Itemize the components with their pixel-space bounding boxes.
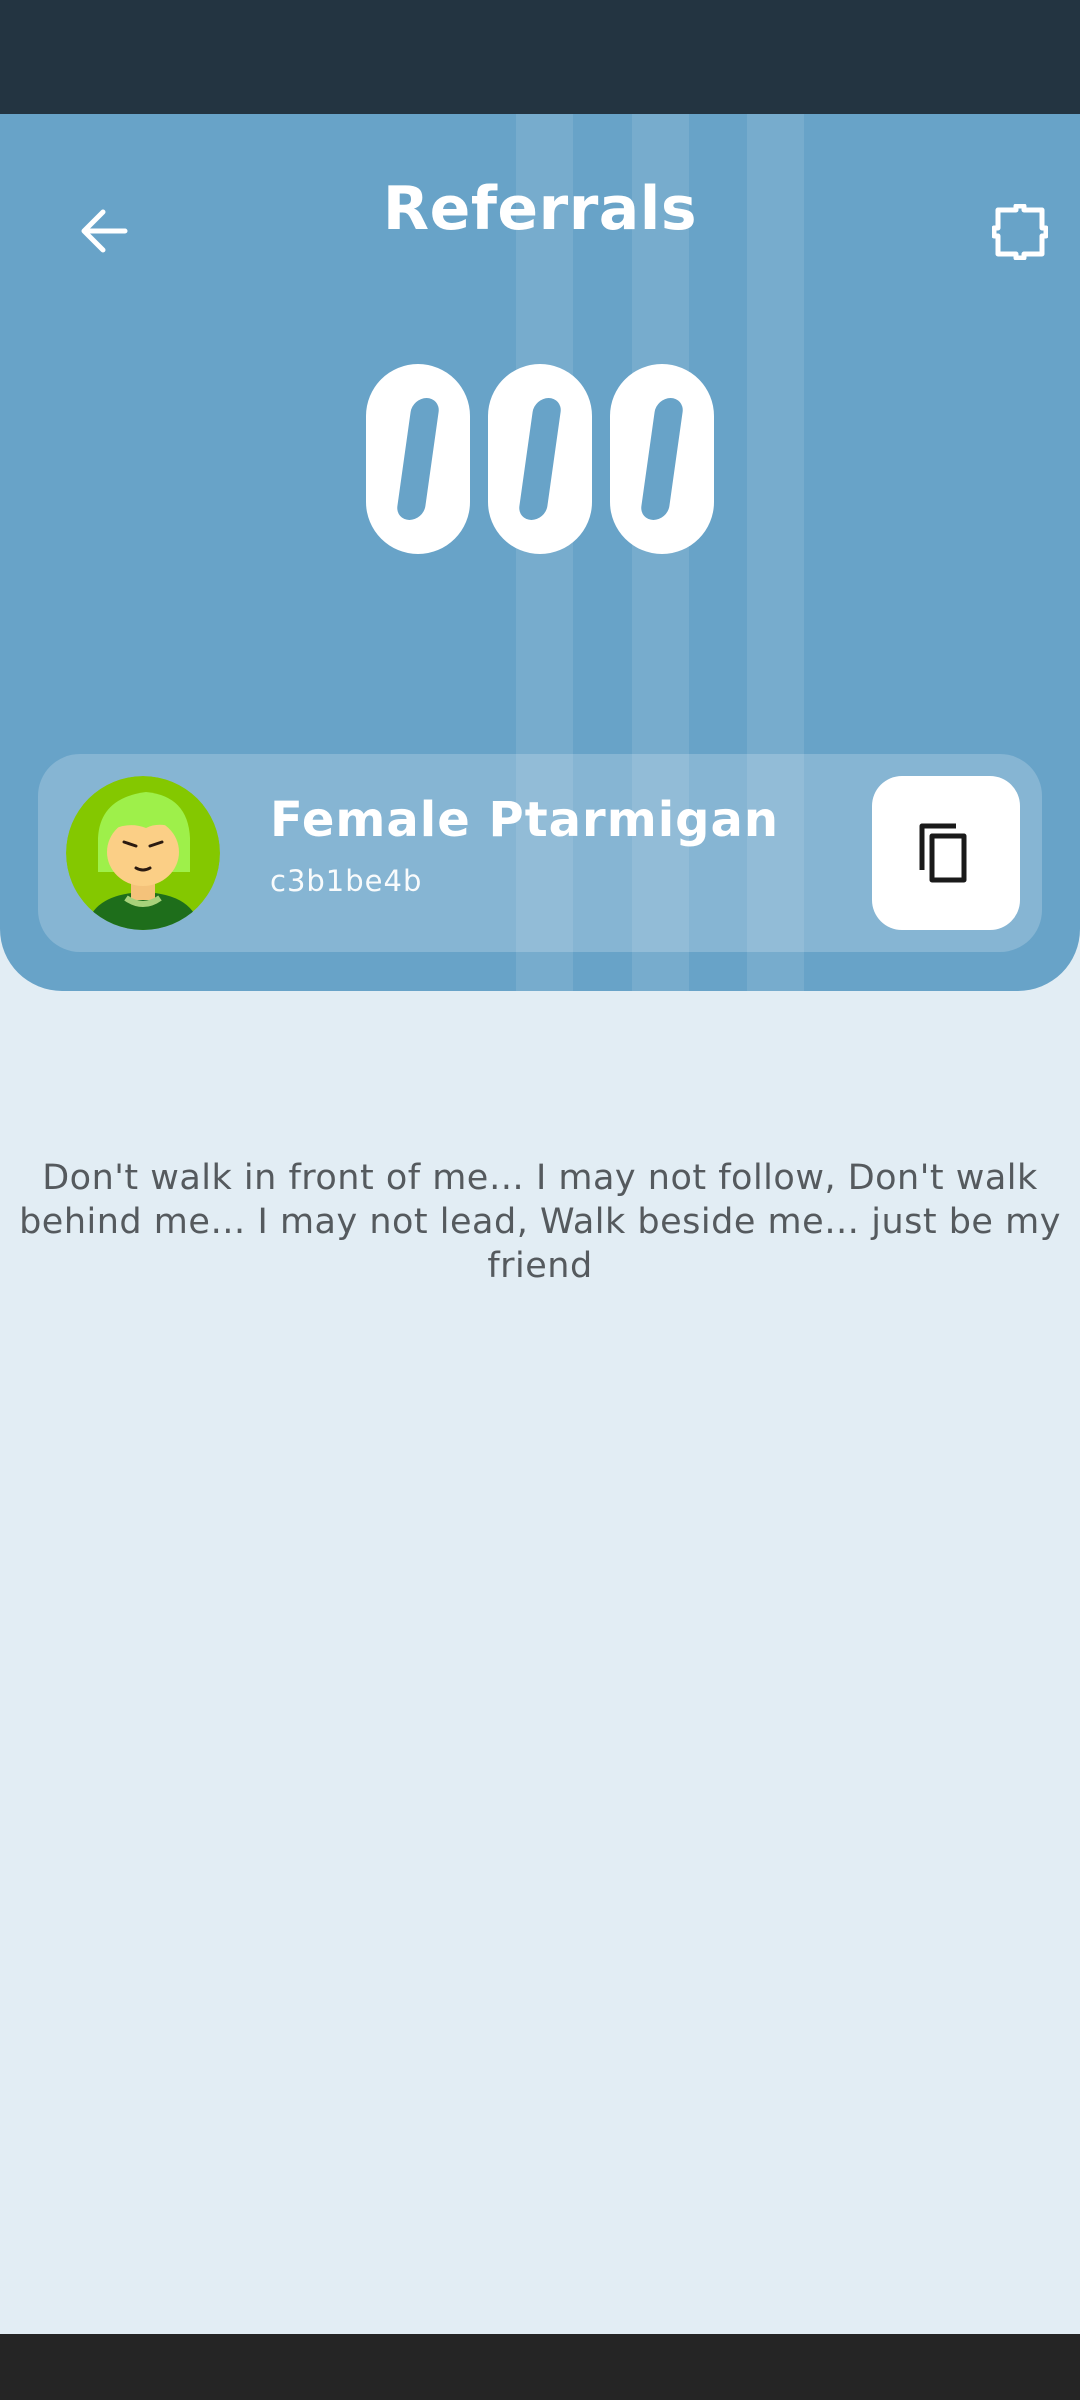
counter-digit-value: 0 <box>366 364 367 365</box>
avatar-icon <box>66 776 220 930</box>
counter-digit-value: 0 <box>488 364 489 365</box>
navigation-bar <box>0 2334 1080 2400</box>
scan-button[interactable] <box>976 188 1064 276</box>
user-name: Female Ptarmigan <box>270 792 780 848</box>
copy-icon <box>919 823 967 883</box>
counter-digit: 0 <box>488 364 592 554</box>
referral-counter: 0 0 0 <box>0 364 1080 554</box>
status-bar <box>0 0 1080 114</box>
avatar <box>66 776 220 930</box>
page-title: Referrals <box>382 174 698 244</box>
scan-frame-icon <box>992 204 1048 260</box>
quote-text: Don't walk in front of me… I may not fol… <box>19 1158 1061 1286</box>
counter-digit: 0 <box>610 364 714 554</box>
counter-digit-value: 0 <box>610 364 611 365</box>
header-panel: Referrals 0 0 0 <box>0 114 1080 991</box>
counter-digit: 0 <box>366 364 470 554</box>
referral-code: c3b1be4b <box>270 864 423 898</box>
copy-code-button[interactable] <box>872 776 1020 930</box>
profile-card: Female Ptarmigan c3b1be4b <box>38 754 1042 952</box>
